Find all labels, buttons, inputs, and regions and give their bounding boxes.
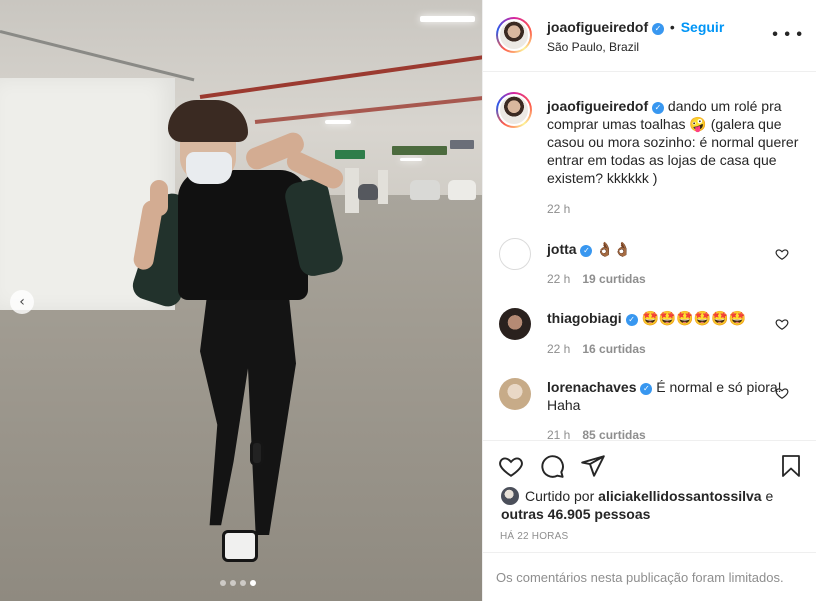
garage-pillar [345,168,359,213]
post-side-panel: joaofigueiredof ✓ • Seguir São Paulo, Br… [482,0,816,601]
comment-item: jotta ✓ 👌🏾👌🏾 [547,240,787,259]
comment-likes[interactable]: 19 curtidas [582,272,645,286]
comment-like-heart-icon[interactable] [775,247,789,261]
follow-button[interactable]: Seguir [681,19,725,35]
comment-meta: 21 h 85 curtidas [547,428,646,439]
like-heart-icon[interactable] [498,453,524,479]
parked-car [358,184,378,200]
comment-username[interactable]: jotta [547,241,577,257]
comment-like-heart-icon[interactable] [775,317,789,331]
person-hand [150,180,168,216]
chevron-left-icon: ‹ [19,294,25,310]
caption-author-username[interactable]: joaofigueiredof [547,98,648,114]
more-options-icon[interactable]: • • • [772,26,803,44]
liker-avatar[interactable] [501,487,519,505]
liked-by-line: Curtido por aliciakellidossantossilva e … [501,487,801,523]
author-line: joaofigueiredof ✓ • Seguir [547,19,724,35]
liked-prefix: Curtido por [525,488,595,504]
caption-time[interactable]: 22 h [547,202,570,216]
post-timestamp[interactable]: HÁ 22 HORAS [500,531,568,542]
post-location[interactable]: São Paulo, Brazil [547,40,639,54]
caption-author-avatar[interactable] [496,92,532,128]
person-shoe [250,440,264,466]
liked-mid: e [765,488,774,504]
comment-username[interactable]: lorenachaves [547,379,637,395]
comment-username[interactable]: thiagobiagi [547,310,622,326]
carousel-dot [220,580,226,586]
comment-text: 👌🏾👌🏾 [596,242,632,258]
post-photo[interactable]: ‹ [0,0,482,601]
comment-time[interactable]: 22 h [547,272,570,286]
carousel-dot-active [250,580,256,586]
verified-badge-icon: ✓ [580,245,593,257]
face-mask [186,152,232,184]
post-actions: Curtido por aliciakellidossantossilva e … [483,440,816,601]
save-bookmark-icon[interactable] [779,453,803,479]
comment-avatar[interactable] [499,238,531,270]
author-username[interactable]: joaofigueiredof [547,19,648,35]
comment-avatar[interactable] [499,308,531,340]
verified-badge-icon: ✓ [652,102,665,114]
direction-sign [450,140,474,149]
garage-pillar [378,170,388,204]
comments-limited-notice: Os comentários nesta publicação foram li… [483,552,816,601]
comment-meta: 22 h 16 curtidas [547,342,646,356]
comment-item: lorenachaves ✓ É normal e só piora! Haha [547,378,787,414]
ceiling-light [325,120,351,124]
comment-likes[interactable]: 16 curtidas [582,342,645,356]
post-caption: joaofigueiredof ✓ dando um rolé pra comp… [547,97,802,187]
carousel-dot [230,580,236,586]
person-hair [168,100,248,142]
comment-item: thiagobiagi ✓ 🤩🤩🤩🤩🤩🤩 [547,309,787,328]
direction-sign [392,146,447,155]
header-separator: • [669,19,675,35]
ceiling-light [420,16,475,22]
comment-avatar[interactable] [499,378,531,410]
liked-user[interactable]: aliciakellidossantossilva [598,488,761,504]
comment-like-heart-icon[interactable] [775,386,789,400]
carousel-prev-button[interactable]: ‹ [10,290,34,314]
verified-badge-icon: ✓ [640,383,653,395]
comment-text: 🤩🤩🤩🤩🤩🤩 [641,311,747,327]
share-paper-plane-icon[interactable] [580,453,606,479]
verified-badge-icon: ✓ [652,23,665,35]
author-avatar[interactable] [496,17,532,53]
parked-car [410,180,440,200]
verified-badge-icon: ✓ [625,314,638,326]
comments-section[interactable]: joaofigueiredof ✓ dando um rolé pra comp… [483,73,816,439]
person-shoe [222,530,258,562]
comment-time[interactable]: 22 h [547,342,570,356]
comment-meta: 22 h 19 curtidas [547,272,646,286]
ceiling-light [400,158,422,161]
comment-bubble-icon[interactable] [539,453,565,479]
carousel-indicator [220,580,256,586]
parked-car [448,180,476,200]
comment-time[interactable]: 21 h [547,428,570,439]
exit-sign [335,150,365,159]
comment-likes[interactable]: 85 curtidas [582,428,645,439]
carousel-dot [240,580,246,586]
liked-others[interactable]: outras 46.905 pessoas [501,506,650,522]
post-header: joaofigueiredof ✓ • Seguir São Paulo, Br… [483,0,816,72]
